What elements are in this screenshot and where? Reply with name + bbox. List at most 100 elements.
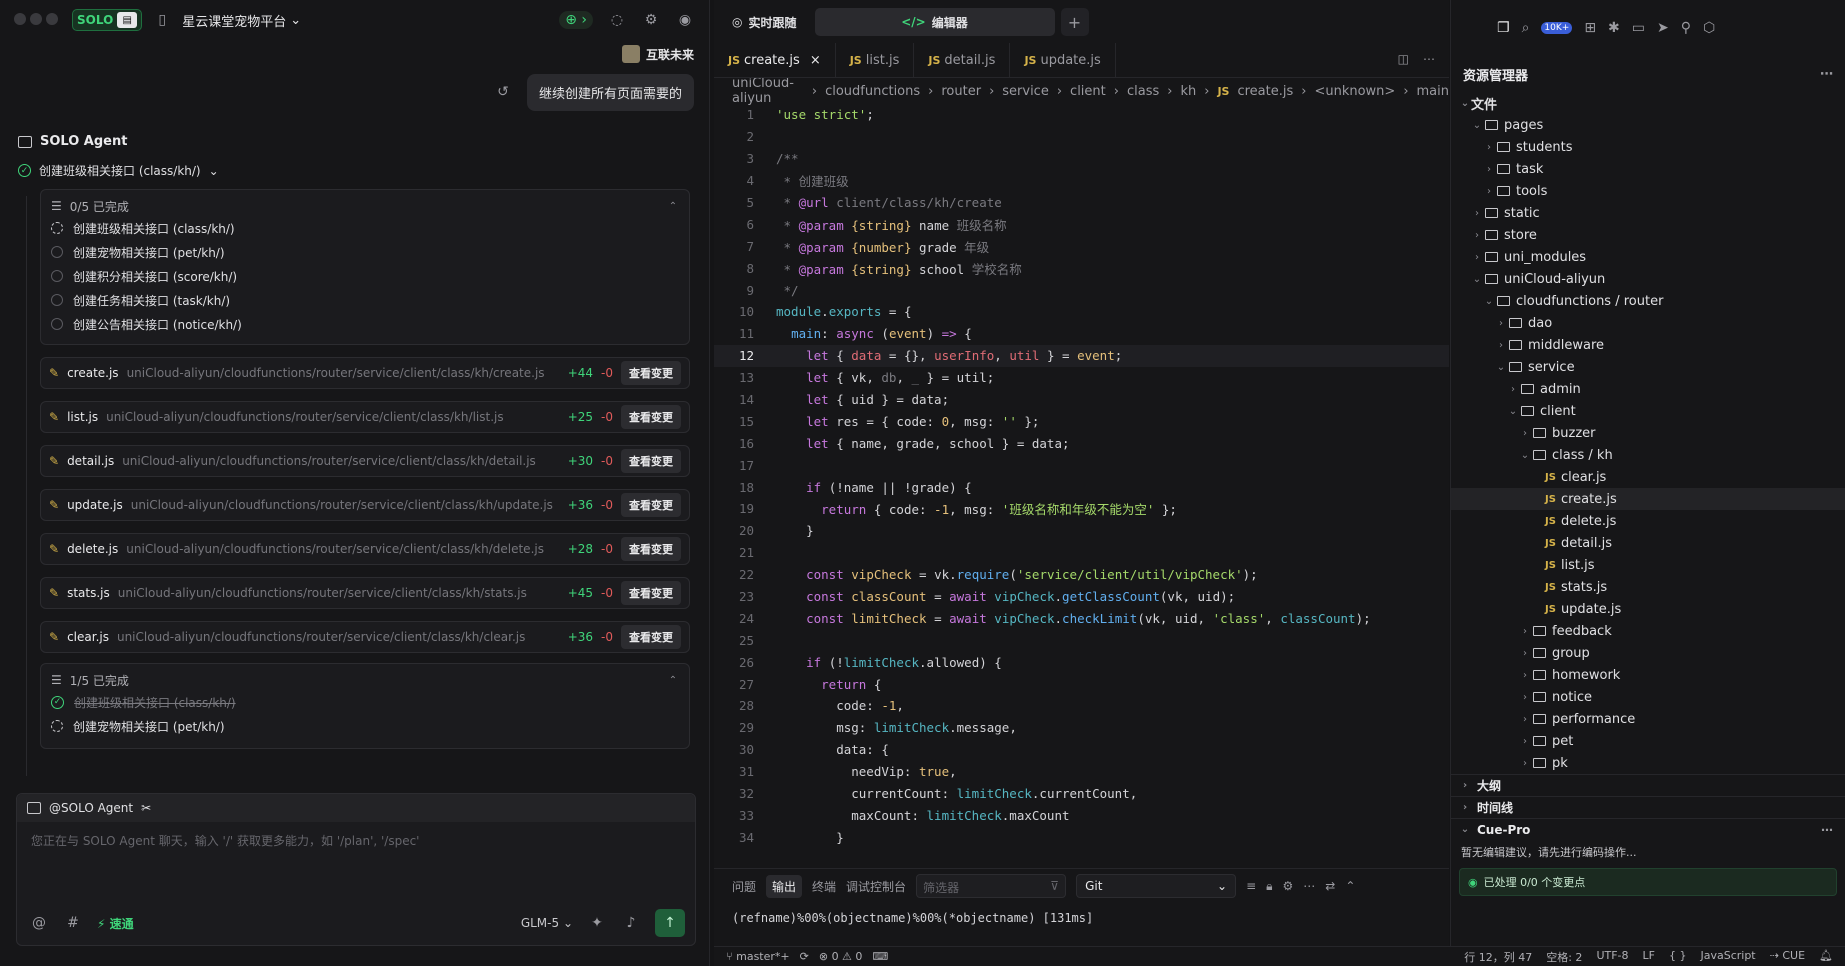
tab-live-follow[interactable]: ◎ 实时跟随 [720, 8, 809, 36]
file-tab[interactable]: JS detail.js [914, 43, 1011, 77]
view-changes-button[interactable]: 查看变更 [621, 493, 681, 517]
tab-problems[interactable]: 问题 [732, 878, 756, 895]
file-change-card[interactable]: ✎ create.js uniCloud-aliyun/cloudfunctions… [40, 357, 690, 389]
tree-folder[interactable]: › middleware [1451, 334, 1845, 356]
project-selector[interactable]: 星云课堂宠物平台 ⌄ [182, 11, 301, 30]
sync-icon[interactable]: ⇄ [1325, 879, 1335, 893]
mic-icon[interactable]: ♪ [621, 915, 641, 931]
search-icon[interactable]: ⌕ [1522, 20, 1530, 36]
more-icon[interactable]: ⋯ [1821, 823, 1833, 837]
crumb[interactable]: main [1417, 84, 1449, 99]
tree-folder[interactable]: ⌄ class / kh [1451, 444, 1845, 466]
bell-icon[interactable]: 🔔︎ [1819, 949, 1833, 965]
timeline-section[interactable]: › 时间线 [1451, 796, 1845, 818]
tree-file[interactable]: JS clear.js [1451, 466, 1845, 488]
indentation[interactable]: 空格: 2 [1546, 949, 1582, 965]
close-icon[interactable]: × [810, 53, 821, 68]
task-line[interactable]: ✓ 创建班级相关接口 (class/kh/) ⌄ [18, 162, 709, 179]
crumb[interactable]: service [1002, 84, 1049, 99]
fast-mode-toggle[interactable]: ⚡ 速通 [97, 915, 134, 932]
sync-icon[interactable]: ⟳ [800, 950, 809, 963]
send-button[interactable]: ↑ [655, 909, 685, 937]
tree-folder[interactable]: › dao [1451, 312, 1845, 334]
undo-icon[interactable]: ↺ [493, 84, 513, 100]
collapse-icon[interactable]: ⌃ [667, 675, 679, 686]
tree-file[interactable]: JS stats.js [1451, 576, 1845, 598]
tree-folder[interactable]: › pk [1451, 752, 1845, 774]
file-tab[interactable]: JS update.js [1010, 43, 1116, 77]
gear-icon[interactable]: ⚙ [1283, 879, 1294, 893]
git-badge[interactable]: 10K+ [1541, 22, 1573, 34]
tree-file[interactable]: JS list.js [1451, 554, 1845, 576]
tree-section-files[interactable]: ⌄ 文件 [1451, 92, 1845, 114]
branch-status[interactable]: ⑂ master*+ [726, 950, 790, 963]
monitor-icon[interactable]: ▭ [1632, 20, 1645, 36]
tree-folder[interactable]: ⌄ service [1451, 356, 1845, 378]
files-icon[interactable]: ❐ [1497, 20, 1510, 36]
tree-folder[interactable]: ⌄ cloudfunctions / router [1451, 290, 1845, 312]
problems-status[interactable]: ⊗ 0 ⚠ 0 [819, 950, 863, 963]
box-icon[interactable]: ⬡ [1703, 20, 1715, 36]
settings-icon[interactable]: ⚙ [641, 12, 661, 28]
chat-input[interactable]: 您正在与 SOLO Agent 聊天，输入 '/' 获取更多能力，如 '/pla… [17, 822, 695, 859]
view-changes-button[interactable]: 查看变更 [621, 537, 681, 561]
file-tab[interactable]: JS create.js × [714, 43, 836, 77]
more-icon[interactable]: ⋯ [1423, 52, 1435, 66]
extensions-icon[interactable]: ⊞ [1584, 20, 1596, 36]
tree-folder[interactable]: › task [1451, 158, 1845, 180]
braces-indicator[interactable]: { } [1669, 949, 1687, 965]
view-changes-button[interactable]: 查看变更 [621, 405, 681, 429]
chevron-up-icon[interactable]: ⌃ [1345, 879, 1355, 893]
add-tab-button[interactable]: + [1060, 8, 1089, 36]
sparkle-icon[interactable]: ✦ [587, 915, 607, 931]
tree-folder[interactable]: › pet [1451, 730, 1845, 752]
file-change-card[interactable]: ✎ list.js uniCloud-aliyun/cloudfunctions/r… [40, 401, 690, 433]
cue-status[interactable]: ⇢ CUE [1770, 949, 1805, 965]
tab-editor[interactable]: </> 编辑器 [814, 8, 1055, 36]
collapse-icon[interactable]: ⌃ [667, 201, 679, 212]
at-icon[interactable]: @ [29, 915, 49, 931]
tree-folder[interactable]: › uni_modules [1451, 246, 1845, 268]
account-icon[interactable]: ◉ [675, 12, 695, 28]
tab-debug-console[interactable]: 调试控制台 [846, 878, 906, 895]
tree-folder[interactable]: › performance [1451, 708, 1845, 730]
crumb[interactable]: uniCloud-aliyun [732, 76, 804, 106]
clear-output-icon[interactable]: ≡ [1246, 879, 1256, 893]
crumb[interactable]: kh [1180, 84, 1196, 99]
debug-icon[interactable]: ✱ [1608, 20, 1620, 36]
view-changes-button[interactable]: 查看变更 [621, 581, 681, 605]
language-mode[interactable]: JavaScript [1700, 949, 1755, 965]
tree-folder[interactable]: ⌄ pages [1451, 114, 1845, 136]
tree-folder[interactable]: ⌄ client [1451, 400, 1845, 422]
filter-input[interactable]: 筛选器 ⊽ [916, 874, 1067, 898]
send-icon[interactable]: ➤ [1657, 20, 1669, 36]
crumb[interactable]: class [1127, 84, 1159, 99]
crumb[interactable]: <unknown> [1314, 84, 1395, 99]
view-changes-button[interactable]: 查看变更 [621, 361, 681, 385]
crumb[interactable]: cloudfunctions [825, 84, 920, 99]
lock-icon[interactable]: 🔒︎ [1266, 879, 1272, 894]
file-change-card[interactable]: ✎ clear.js uniCloud-aliyun/cloudfunctions/… [40, 621, 690, 653]
tree-folder[interactable]: ⌄ uniCloud-aliyun [1451, 268, 1845, 290]
output-channel-select[interactable]: Git ⌄ [1076, 874, 1237, 898]
file-change-card[interactable]: ✎ stats.js uniCloud-aliyun/cloudfunctions/… [40, 577, 690, 609]
tree-folder[interactable]: › notice [1451, 686, 1845, 708]
outline-section[interactable]: › 大纲 [1451, 774, 1845, 796]
tree-file[interactable]: JS update.js [1451, 598, 1845, 620]
tree-folder[interactable]: › buzzer [1451, 422, 1845, 444]
crumb[interactable]: client [1070, 84, 1106, 99]
encoding[interactable]: UTF-8 [1596, 949, 1628, 965]
split-editor-icon[interactable]: ◫ [1398, 52, 1409, 66]
file-change-card[interactable]: ✎ detail.js uniCloud-aliyun/cloudfunctions… [40, 445, 690, 477]
rocket-icon[interactable]: ⚲ [1681, 20, 1691, 36]
tab-terminal[interactable]: 终端 [812, 878, 836, 895]
tab-output[interactable]: 输出 [766, 874, 803, 898]
tree-file[interactable]: JS detail.js [1451, 532, 1845, 554]
file-change-card[interactable]: ✎ delete.js uniCloud-aliyun/cloudfunctions… [40, 533, 690, 565]
tree-folder[interactable]: › tools [1451, 180, 1845, 202]
tree-file[interactable]: JS delete.js [1451, 510, 1845, 532]
view-changes-button[interactable]: 查看变更 [621, 449, 681, 473]
file-tab[interactable]: JS list.js [836, 43, 915, 77]
tree-folder[interactable]: › feedback [1451, 620, 1845, 642]
more-icon[interactable]: ⋯ [1303, 879, 1315, 893]
